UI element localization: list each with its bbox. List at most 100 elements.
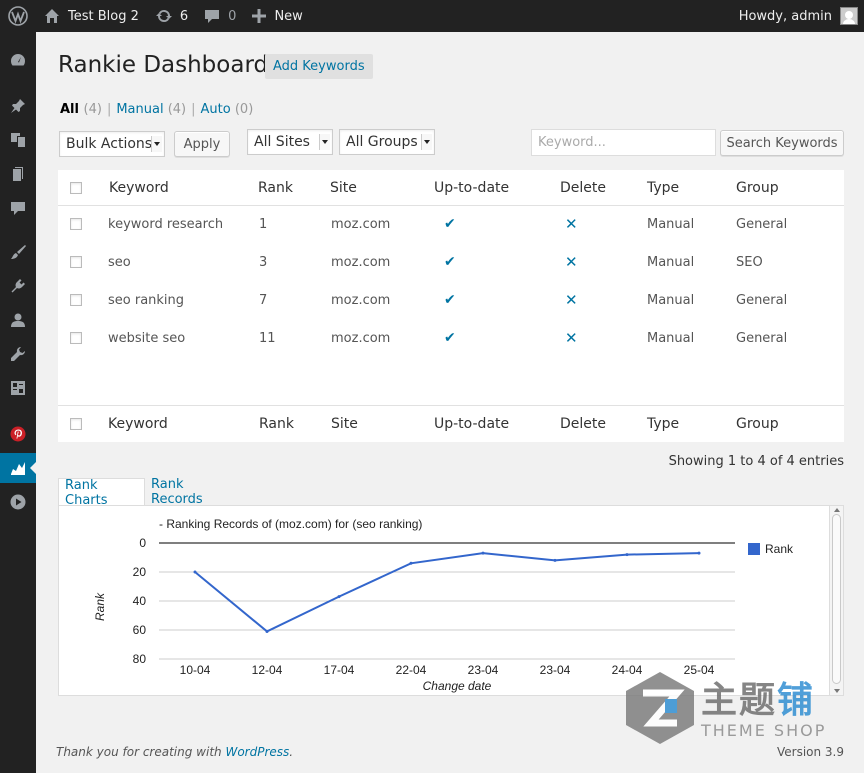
new-label: New	[274, 8, 303, 24]
column-uptodate[interactable]: Up-to-date	[434, 170, 509, 206]
table-row: keyword research 1 moz.com ✔ ✕ Manual Ge…	[58, 206, 844, 242]
watermark-en: THEME SHOP	[701, 721, 827, 740]
x-tick-label: 17-04	[324, 663, 355, 677]
keyword-search-input[interactable]: Keyword...	[531, 129, 716, 156]
y-tick-label: 0	[139, 536, 146, 550]
footer-thanks: Thank you for creating with WordPress.	[56, 745, 294, 759]
type-cell: Manual	[647, 292, 695, 308]
bulk-actions-select[interactable]: Bulk Actions	[59, 131, 165, 157]
filter-auto[interactable]: Auto (0)	[201, 102, 254, 117]
admin-menu	[0, 32, 36, 773]
column-delete[interactable]: Delete	[560, 406, 606, 442]
wordpress-icon[interactable]	[0, 0, 36, 32]
row-checkbox[interactable]	[70, 218, 82, 230]
checkmark-icon: ✔	[444, 254, 456, 270]
scroll-up-icon[interactable]	[834, 508, 840, 512]
column-rank[interactable]: Rank	[259, 406, 294, 442]
delete-icon[interactable]: ✕	[565, 244, 578, 280]
site-name-link[interactable]: Test Blog 2	[36, 0, 147, 32]
x-tick-label: 23-04	[540, 663, 571, 677]
delete-icon[interactable]: ✕	[565, 320, 578, 356]
select-all-checkbox[interactable]	[70, 418, 82, 430]
comments-link[interactable]: 0	[196, 0, 244, 32]
updates-icon	[155, 9, 172, 23]
column-group[interactable]: Group	[736, 170, 779, 206]
column-group[interactable]: Group	[736, 406, 779, 442]
plugins-icon[interactable]	[0, 271, 36, 301]
chevron-down-icon	[421, 134, 432, 150]
column-delete[interactable]: Delete	[560, 170, 606, 206]
media-icon[interactable]	[0, 125, 36, 155]
tab-rank-records[interactable]: Rank Records	[145, 477, 209, 507]
column-site[interactable]: Site	[330, 170, 357, 206]
comments-count: 0	[228, 8, 237, 24]
filter-all[interactable]: All (4)	[60, 102, 102, 117]
search-keywords-button[interactable]: Search Keywords	[720, 130, 844, 156]
tab-rank-charts[interactable]: Rank Charts	[58, 478, 145, 508]
admin-bar: Test Blog 2 6 0 New Howdy, admin	[0, 0, 864, 32]
users-icon[interactable]	[0, 305, 36, 335]
chart-scrollbar[interactable]	[829, 506, 843, 695]
delete-icon[interactable]: ✕	[565, 206, 578, 242]
groups-select[interactable]: All Groups	[339, 129, 435, 155]
data-point	[553, 558, 557, 562]
add-keywords-button[interactable]: Add Keywords	[265, 54, 373, 79]
dashboard-icon[interactable]	[0, 45, 36, 75]
data-point	[697, 551, 701, 555]
row-checkbox[interactable]	[70, 332, 82, 344]
checkmark-icon: ✔	[444, 292, 456, 308]
my-account[interactable]: Howdy, admin	[731, 0, 864, 32]
watermark-cn: 主题铺	[701, 680, 816, 721]
rank-cell: 11	[259, 330, 276, 346]
rank-cell: 7	[259, 292, 268, 308]
column-rank[interactable]: Rank	[258, 170, 293, 206]
pin-icon[interactable]	[0, 91, 36, 121]
delete-icon[interactable]: ✕	[565, 282, 578, 318]
comments-icon[interactable]	[0, 193, 36, 223]
keyword-cell: keyword research	[108, 216, 224, 232]
data-point	[625, 553, 629, 557]
group-cell: General	[736, 216, 788, 232]
rankie-chart-icon[interactable]	[0, 453, 36, 483]
home-icon	[45, 9, 59, 23]
new-content-link[interactable]: New	[244, 0, 310, 32]
play-icon[interactable]	[0, 487, 36, 517]
x-tick-label: 12-04	[252, 663, 283, 677]
avatar	[840, 7, 858, 25]
apply-button[interactable]: Apply	[174, 131, 230, 157]
row-checkbox[interactable]	[70, 294, 82, 306]
group-cell: SEO	[736, 254, 763, 270]
table-row: website seo 11 moz.com ✔ ✕ Manual Genera…	[58, 320, 844, 356]
scroll-thumb[interactable]	[832, 514, 841, 684]
chevron-down-icon	[151, 136, 162, 152]
filter-manual[interactable]: Manual (4)	[116, 102, 186, 117]
settings-icon[interactable]	[0, 373, 36, 403]
keyword-cell: seo ranking	[108, 292, 185, 308]
plus-icon	[252, 9, 267, 23]
x-axis-label: Change date	[423, 679, 492, 693]
column-type[interactable]: Type	[647, 406, 679, 442]
y-tick-label: 40	[133, 594, 147, 608]
wordpress-link[interactable]: WordPress	[225, 745, 289, 759]
site-name: Test Blog 2	[68, 8, 139, 24]
pages-icon[interactable]	[0, 159, 36, 189]
select-all-checkbox[interactable]	[70, 182, 82, 194]
row-checkbox[interactable]	[70, 256, 82, 268]
theme-shop-logo-mark	[626, 672, 694, 744]
column-site[interactable]: Site	[331, 406, 358, 442]
updates-link[interactable]: 6	[147, 0, 196, 32]
tools-icon[interactable]	[0, 339, 36, 369]
column-keyword[interactable]: Keyword	[108, 406, 168, 442]
table-row: seo ranking 7 moz.com ✔ ✕ Manual General	[58, 282, 844, 318]
y-tick-label: 60	[133, 623, 147, 637]
appearance-icon[interactable]	[0, 237, 36, 267]
column-uptodate[interactable]: Up-to-date	[434, 406, 509, 442]
sites-select[interactable]: All Sites	[247, 129, 333, 155]
checkmark-icon: ✔	[444, 330, 456, 346]
pinterest-icon[interactable]	[0, 419, 36, 449]
column-type[interactable]: Type	[647, 170, 679, 206]
site-cell: moz.com	[331, 254, 391, 270]
column-keyword[interactable]: Keyword	[109, 170, 169, 206]
main-content: Rankie Dashboard Add Keywords All (4) | Ma…	[36, 32, 864, 773]
data-point	[481, 551, 485, 555]
